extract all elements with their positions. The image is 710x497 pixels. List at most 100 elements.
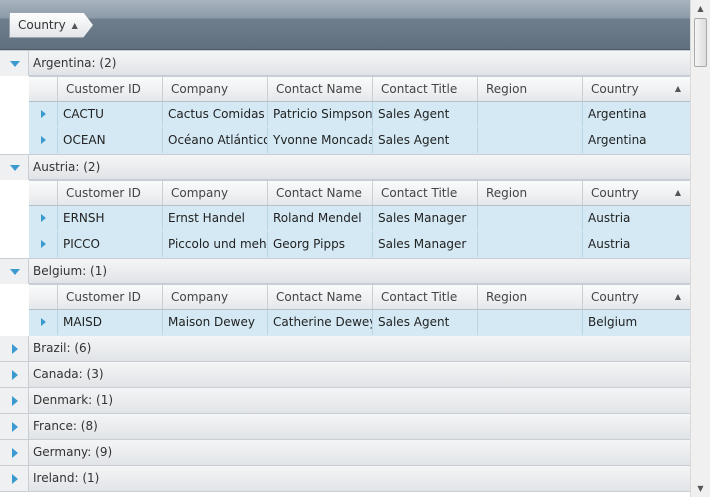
header-indent	[29, 77, 58, 101]
table-cell[interactable]: PICCO	[58, 232, 163, 257]
group-row[interactable]: Belgium: (1)	[0, 258, 690, 284]
group-toggle[interactable]	[0, 51, 29, 76]
table-cell[interactable]: Maison Dewey	[163, 310, 268, 335]
expand-icon[interactable]	[12, 370, 18, 380]
table-cell[interactable]: Argentina	[583, 128, 689, 153]
group-toggle[interactable]	[0, 388, 29, 413]
column-header[interactable]: Contact Title	[373, 77, 478, 101]
group-row[interactable]: Denmark: (1)	[0, 388, 690, 414]
table-cell[interactable]: Sales Agent	[373, 128, 478, 153]
column-header-row: Customer ID Company Contact Name Contact Ti…	[29, 284, 690, 310]
column-header[interactable]: Customer ID	[58, 77, 163, 101]
column-header[interactable]: Country ▲	[583, 77, 689, 101]
column-header[interactable]: Contact Name	[268, 77, 373, 101]
table-cell[interactable]: Sales Manager	[373, 206, 478, 231]
column-header[interactable]: Country ▲	[583, 285, 689, 309]
column-header[interactable]: Company	[163, 285, 268, 309]
column-header[interactable]: Company	[163, 181, 268, 205]
row-indicator[interactable]	[29, 128, 58, 153]
expand-icon[interactable]	[12, 448, 18, 458]
table-cell[interactable]: MAISD	[58, 310, 163, 335]
collapse-icon[interactable]	[10, 61, 20, 67]
group-row[interactable]: Brazil: (6)	[0, 336, 690, 362]
group-chip-label: Country	[18, 18, 66, 32]
group-toggle[interactable]	[0, 259, 29, 284]
group-toggle[interactable]	[0, 336, 29, 361]
expand-icon[interactable]	[12, 396, 18, 406]
scroll-up-icon[interactable]: ▲	[691, 0, 710, 17]
table-row[interactable]: MAISD Maison Dewey Catherine Dewey Sales Ag…	[29, 310, 690, 336]
collapse-icon[interactable]	[10, 269, 20, 275]
column-header[interactable]: Customer ID	[58, 285, 163, 309]
group-toggle[interactable]	[0, 362, 29, 387]
vertical-scrollbar[interactable]: ▲ ▼	[690, 0, 710, 497]
column-header[interactable]: Contact Title	[373, 181, 478, 205]
group-row[interactable]: Ireland: (1)	[0, 466, 690, 492]
column-header[interactable]: Contact Name	[268, 285, 373, 309]
expand-row-icon[interactable]	[41, 240, 46, 248]
expand-icon[interactable]	[12, 474, 18, 484]
column-header[interactable]: Customer ID	[58, 181, 163, 205]
expand-row-icon[interactable]	[41, 110, 46, 118]
table-cell[interactable]: Yvonne Moncada	[268, 128, 373, 153]
scroll-down-icon[interactable]: ▼	[691, 480, 710, 497]
table-cell[interactable]: Ernst Handel	[163, 206, 268, 231]
table-cell[interactable]: OCEAN	[58, 128, 163, 153]
expand-row-icon[interactable]	[41, 214, 46, 222]
table-row[interactable]: CACTUCactus Comidas para llevarPatricio …	[29, 102, 690, 128]
table-cell[interactable]: Sales Manager	[373, 232, 478, 257]
table-cell[interactable]: Cactus Comidas para llevar	[163, 102, 268, 127]
table-cell[interactable]	[478, 310, 583, 335]
table-cell[interactable]: CACTU	[58, 102, 163, 127]
table-cell[interactable]: Roland Mendel	[268, 206, 373, 231]
group-chip-country[interactable]: Country ▲	[9, 12, 93, 38]
table-cell[interactable]: Austria	[583, 232, 689, 257]
table-cell[interactable]: Sales Agent	[373, 310, 478, 335]
table-row[interactable]: PICCO Piccolo und mehr Georg Pipps Sales Ma…	[29, 232, 690, 258]
table-cell[interactable]: Sales Agent	[373, 102, 478, 127]
table-cell[interactable]	[478, 232, 583, 257]
group-row[interactable]: Argentina: (2)	[0, 50, 690, 76]
group-toggle[interactable]	[0, 466, 29, 491]
column-header[interactable]: Region	[478, 77, 583, 101]
collapse-icon[interactable]	[10, 165, 20, 171]
table-row[interactable]: OCEANOcéano Atlántico Ltda.Yvonne Moncad…	[29, 128, 690, 154]
table-cell[interactable]: Belgium	[583, 310, 689, 335]
table-cell[interactable]: Catherine Dewey	[268, 310, 373, 335]
scrollbar-thumb[interactable]	[694, 18, 707, 67]
group-toggle[interactable]	[0, 414, 29, 439]
table-cell[interactable]: Austria	[583, 206, 689, 231]
table-cell[interactable]: ERNSH	[58, 206, 163, 231]
column-header[interactable]: Company	[163, 77, 268, 101]
column-header[interactable]: Region	[478, 285, 583, 309]
group-toggle[interactable]	[0, 155, 29, 180]
table-cell[interactable]: Argentina	[583, 102, 689, 127]
group-label: Ireland: (1)	[33, 471, 100, 485]
group-row[interactable]: Canada: (3)	[0, 362, 690, 388]
table-cell[interactable]: Océano Atlántico Ltda.	[163, 128, 268, 153]
table-cell[interactable]	[478, 102, 583, 127]
row-indicator[interactable]	[29, 310, 58, 335]
column-header[interactable]: Contact Name	[268, 181, 373, 205]
column-header[interactable]: Region	[478, 181, 583, 205]
expand-icon[interactable]	[12, 344, 18, 354]
group-row[interactable]: Germany: (9)	[0, 440, 690, 466]
row-indicator[interactable]	[29, 206, 58, 231]
group-row[interactable]: France: (8)	[0, 414, 690, 440]
table-cell[interactable]: Piccolo und mehr	[163, 232, 268, 257]
table-row[interactable]: ERNSH Ernst Handel Roland Mendel Sales Mana…	[29, 206, 690, 232]
row-indicator[interactable]	[29, 232, 58, 257]
row-indicator[interactable]	[29, 102, 58, 127]
group-toggle[interactable]	[0, 440, 29, 465]
column-header[interactable]: Country ▲	[583, 181, 689, 205]
table-cell[interactable]	[478, 206, 583, 231]
expand-icon[interactable]	[12, 422, 18, 432]
expand-row-icon[interactable]	[41, 136, 46, 144]
column-header[interactable]: Contact Title	[373, 285, 478, 309]
group-label: France: (8)	[33, 419, 98, 433]
group-row[interactable]: Austria: (2)	[0, 154, 690, 180]
table-cell[interactable]: Georg Pipps	[268, 232, 373, 257]
expand-row-icon[interactable]	[41, 318, 46, 326]
table-cell[interactable]: Patricio Simpson	[268, 102, 373, 127]
table-cell[interactable]	[478, 128, 583, 153]
